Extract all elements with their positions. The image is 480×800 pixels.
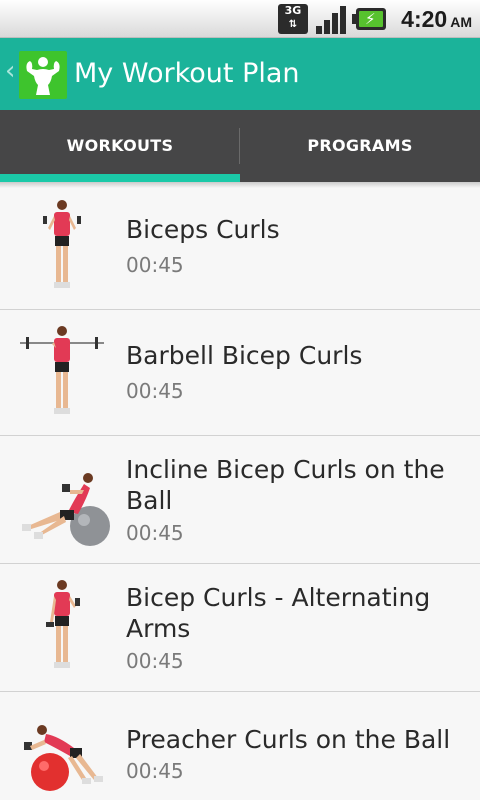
tab-workouts[interactable]: WORKOUTS <box>0 110 240 182</box>
workout-duration: 00:45 <box>126 649 184 673</box>
bodybuilder-icon[interactable] <box>19 51 67 99</box>
incline-ball-curl-figure-icon <box>14 450 110 550</box>
action-bar: ‹ My Workout Plan <box>0 38 480 110</box>
dumbbell-biceps-curl-figure-icon <box>14 196 110 296</box>
tab-programs[interactable]: PROGRAMS <box>240 110 480 182</box>
tab-shadow <box>0 182 480 188</box>
status-bar: 3G ⇅ ⚡ 4:20 AM <box>0 0 480 38</box>
battery-charging-icon: ⚡ <box>352 8 386 30</box>
app-title: My Workout Plan <box>74 58 300 89</box>
list-item[interactable]: Bicep Curls - Alternating Arms 00:45 <box>0 564 480 692</box>
list-item[interactable]: Biceps Curls 00:45 <box>0 182 480 310</box>
selected-tab-indicator <box>0 174 240 182</box>
back-chevron-icon[interactable]: ‹ <box>5 56 15 86</box>
workout-title: Biceps Curls <box>126 215 280 244</box>
network-type: 3G <box>284 4 302 17</box>
workout-title: Incline Bicep Curls on the Ball <box>126 455 445 515</box>
tab-bar: WORKOUTS PROGRAMS <box>0 110 480 182</box>
signal-strength-icon <box>316 4 348 34</box>
list-item[interactable]: Preacher Curls on the Ball 00:45 <box>0 692 480 800</box>
alternating-curl-figure-icon <box>14 578 110 678</box>
preacher-ball-curl-figure-icon <box>14 706 110 800</box>
workout-duration: 00:45 <box>126 379 184 403</box>
workout-title: Preacher Curls on the Ball <box>126 725 451 754</box>
barbell-curl-figure-icon <box>14 324 110 424</box>
status-clock: 4:20 AM <box>401 6 472 33</box>
workout-duration: 00:45 <box>126 759 184 783</box>
list-item[interactable]: Incline Bicep Curls on the Ball 00:45 <box>0 436 480 564</box>
workout-title: Bicep Curls - Alternating Arms <box>126 583 431 643</box>
workout-title: Barbell Bicep Curls <box>126 341 363 370</box>
workout-duration: 00:45 <box>126 253 184 277</box>
clock-time: 4:20 <box>401 6 448 32</box>
clock-ampm: AM <box>450 14 472 30</box>
list-item[interactable]: Barbell Bicep Curls 00:45 <box>0 310 480 436</box>
workout-duration: 00:45 <box>126 521 184 545</box>
3g-data-icon: 3G ⇅ <box>278 4 308 34</box>
